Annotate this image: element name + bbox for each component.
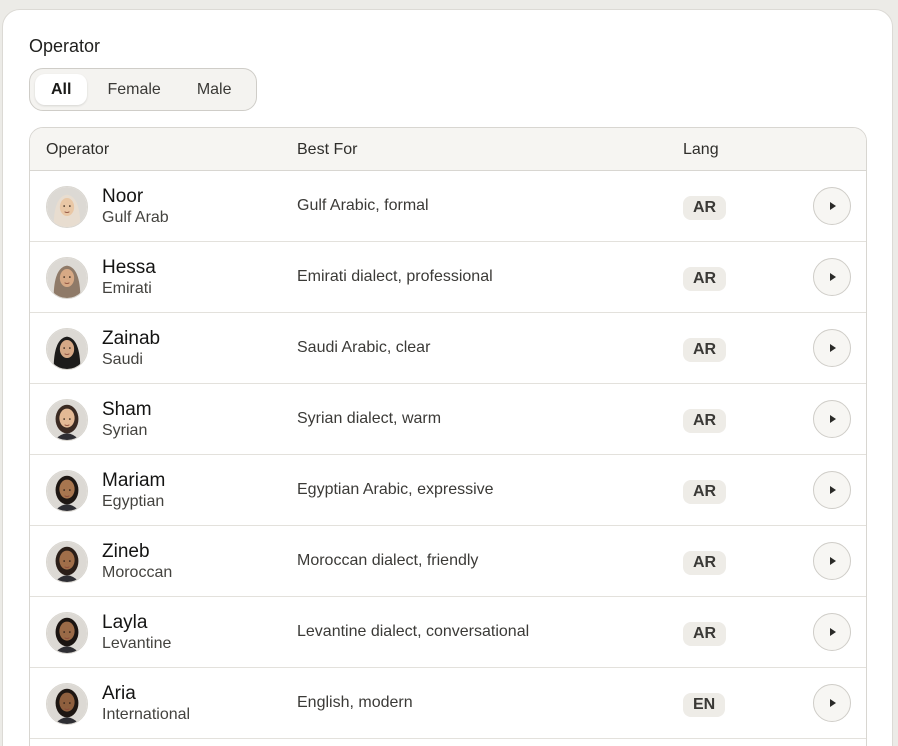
operator-best-for: Gulf Arabic, formal — [297, 197, 429, 214]
play-icon — [830, 628, 836, 636]
filter-female-button[interactable]: Female — [91, 74, 176, 105]
operator-name: Hessa — [102, 257, 156, 278]
play-icon — [830, 273, 836, 281]
avatar — [46, 683, 88, 725]
play-sample-button[interactable] — [813, 187, 851, 225]
play-icon — [830, 486, 836, 494]
avatar-portrait-icon — [47, 400, 87, 440]
operator-table: Operator Best For Lang Noor Gulf Arab Gu… — [29, 127, 867, 746]
header-best-for: Best For — [297, 141, 358, 158]
play-icon — [830, 699, 836, 707]
table-row[interactable]: Mariam Egyptian Egyptian Arabic, express… — [30, 455, 866, 526]
play-icon — [830, 415, 836, 423]
avatar-portrait-icon — [47, 329, 87, 369]
avatar — [46, 470, 88, 512]
avatar-portrait-icon — [47, 684, 87, 724]
filter-all-button[interactable]: All — [35, 74, 88, 105]
operator-best-for: Moroccan dialect, friendly — [297, 552, 479, 569]
table-row[interactable]: Sham Syrian Syrian dialect, warm AR — [30, 384, 866, 455]
avatar — [46, 399, 88, 441]
operator-region: Emirati — [102, 280, 152, 297]
lang-badge: AR — [683, 480, 727, 504]
play-sample-button[interactable] — [813, 542, 851, 580]
avatar-portrait-icon — [47, 471, 87, 511]
lang-badge: AR — [683, 409, 727, 433]
operator-best-for: Levantine dialect, conversational — [297, 623, 530, 640]
operator-region: Levantine — [102, 635, 172, 652]
header-operator: Operator — [46, 141, 110, 158]
avatar — [46, 328, 88, 370]
operator-name: Aria — [102, 683, 136, 704]
avatar — [46, 541, 88, 583]
operator-region: Saudi — [102, 351, 143, 368]
operator-region: Gulf Arab — [102, 209, 169, 226]
lang-badge: AR — [683, 267, 727, 291]
operator-best-for: Emirati dialect, professional — [297, 268, 493, 285]
avatar-portrait-icon — [47, 542, 87, 582]
operator-name: Noor — [102, 186, 144, 207]
avatar-portrait-icon — [47, 258, 87, 298]
operator-best-for: English, modern — [297, 694, 413, 711]
gender-filter: All Female Male — [29, 68, 257, 111]
operator-name: Sham — [102, 399, 152, 420]
table-row[interactable]: Hessa Emirati Emirati dialect, professio… — [30, 242, 866, 313]
play-sample-button[interactable] — [813, 471, 851, 509]
table-row[interactable]: Noor Gulf Arab Gulf Arabic, formal AR — [30, 171, 866, 242]
play-icon — [830, 344, 836, 352]
operator-name: Zainab — [102, 328, 161, 349]
table-row[interactable]: Zainab Saudi Saudi Arabic, clear AR — [30, 313, 866, 384]
operator-region: Syrian — [102, 422, 148, 439]
lang-badge: AR — [683, 551, 727, 575]
lang-badge: AR — [683, 338, 727, 362]
operator-best-for: Saudi Arabic, clear — [297, 339, 431, 356]
header-lang: Lang — [683, 141, 719, 158]
table-body: Noor Gulf Arab Gulf Arabic, formal AR He… — [30, 171, 866, 739]
play-sample-button[interactable] — [813, 258, 851, 296]
table-header: Operator Best For Lang — [30, 128, 866, 171]
filter-male-button[interactable]: Male — [181, 74, 248, 105]
table-row[interactable]: Zineb Moroccan Moroccan dialect, friendl… — [30, 526, 866, 597]
play-sample-button[interactable] — [813, 329, 851, 367]
operator-panel: Operator All Female Male Operator Best F… — [2, 9, 893, 746]
play-icon — [830, 202, 836, 210]
lang-badge: AR — [683, 622, 727, 646]
avatar-portrait-icon — [47, 613, 87, 653]
lang-badge: AR — [683, 196, 727, 220]
operator-region: Moroccan — [102, 564, 173, 581]
play-icon — [830, 557, 836, 565]
section-title: Operator — [29, 36, 101, 56]
table-row[interactable]: Layla Levantine Levantine dialect, conve… — [30, 597, 866, 668]
avatar — [46, 186, 88, 228]
operator-name: Zineb — [102, 541, 150, 562]
play-sample-button[interactable] — [813, 684, 851, 722]
operator-region: Egyptian — [102, 493, 165, 510]
operator-name: Layla — [102, 612, 148, 633]
operator-best-for: Egyptian Arabic, expressive — [297, 481, 494, 498]
play-sample-button[interactable] — [813, 400, 851, 438]
table-row[interactable]: Aria International English, modern EN — [30, 668, 866, 739]
avatar-portrait-icon — [47, 187, 87, 227]
avatar — [46, 257, 88, 299]
lang-badge: EN — [683, 693, 726, 717]
operator-best-for: Syrian dialect, warm — [297, 410, 442, 427]
play-sample-button[interactable] — [813, 613, 851, 651]
avatar — [46, 612, 88, 654]
operator-name: Mariam — [102, 470, 166, 491]
operator-region: International — [102, 706, 191, 723]
